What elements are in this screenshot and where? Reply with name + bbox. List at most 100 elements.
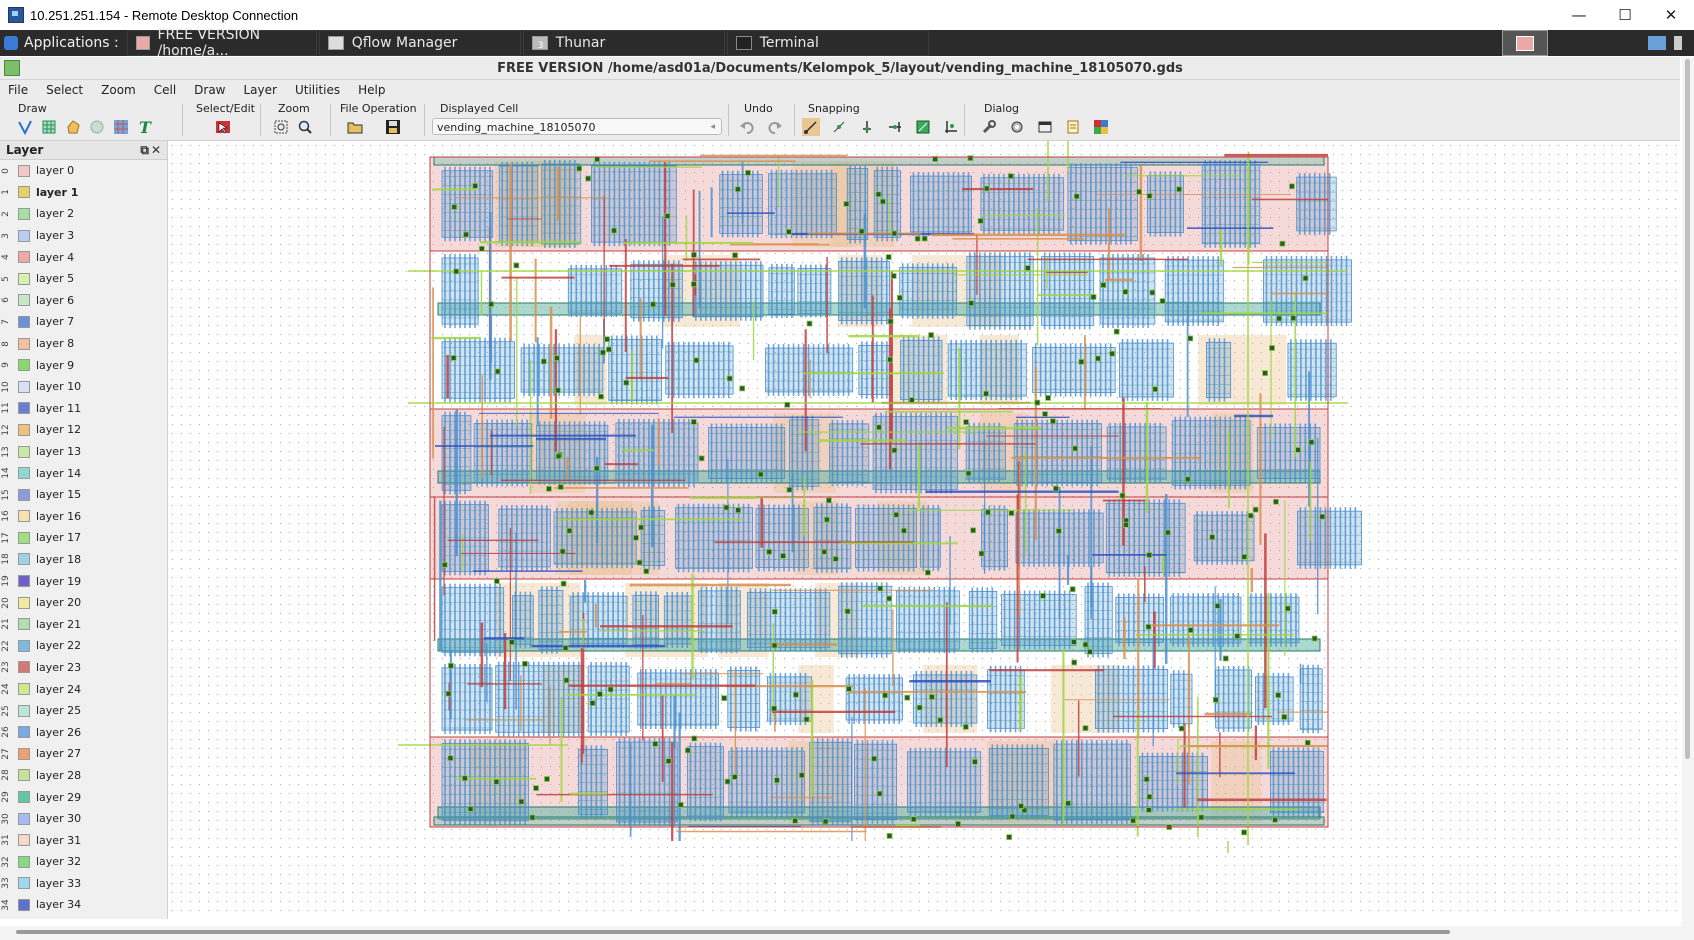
menu-file[interactable]: File [8,83,28,97]
open-folder-icon[interactable] [346,118,364,136]
layer-row[interactable]: 7 layer 7 [0,311,167,333]
via-contact [1007,173,1014,180]
layer-row[interactable]: 30 layer 30 [0,808,167,830]
xfce-mouse-icon [4,36,18,50]
layer-row[interactable]: 31 layer 31 [0,829,167,851]
close-panel-icon[interactable]: ✕ [151,143,163,157]
layer-row[interactable]: 0 layer 0 [0,160,167,182]
layer-row[interactable]: 13 layer 13 [0,441,167,463]
layer-row[interactable]: 17 layer 17 [0,527,167,549]
layer-row[interactable]: 20 layer 20 [0,592,167,614]
via-contact [890,273,897,279]
save-disk-icon[interactable] [384,118,402,136]
via-contact [451,204,458,210]
layer-row[interactable]: 3 layer 3 [0,225,167,247]
task-terminal[interactable]: Terminal [726,30,929,56]
layer-row[interactable]: 19 layer 19 [0,570,167,592]
vlsi-layout[interactable] [168,141,1680,919]
vertical-scroll-thumb[interactable] [1685,59,1690,759]
menu-draw[interactable]: Draw [194,83,225,97]
layer-row[interactable]: 23 layer 23 [0,657,167,679]
layer-row[interactable]: 27 layer 27 [0,743,167,765]
layer-swatch-icon [18,812,30,825]
layer-row[interactable]: 32 layer 32 [0,851,167,873]
menu-utilities[interactable]: Utilities [295,83,340,97]
draw-rect-icon[interactable] [40,118,58,136]
layer-row[interactable]: 16 layer 16 [0,506,167,528]
settings-gear-icon[interactable] [1008,118,1026,136]
workspace-switcher[interactable] [1502,30,1548,56]
layer-row[interactable]: 28 layer 28 [0,765,167,787]
layer-row[interactable]: 24 layer 24 [0,678,167,700]
draw-circle-icon[interactable] [88,118,106,136]
snap-vertex-icon[interactable] [830,118,848,136]
menu-cell[interactable]: Cell [154,83,176,97]
app-title-bar: FREE VERSION /home/asd01a/Documents/Kelo… [0,57,1680,80]
float-icon[interactable]: ⧉ [140,143,151,157]
wrench-icon[interactable] [980,118,998,136]
horizontal-scroll-thumb[interactable] [16,930,1450,934]
color-palette-icon[interactable] [1092,118,1110,136]
layer-row[interactable]: 9 layer 9 [0,354,167,376]
layer-row[interactable]: 15 layer 15 [0,484,167,506]
horizontal-scrollbar[interactable] [0,926,1694,940]
snap-box-icon[interactable] [914,118,932,136]
draw-cell-icon[interactable] [112,118,130,136]
task-free-version[interactable]: FREE VERSION /home/a... [126,27,317,59]
snap-edge-icon[interactable] [858,118,876,136]
layer-row[interactable]: 6 layer 6 [0,290,167,312]
via-contact [1024,265,1031,271]
layout-canvas[interactable] [168,141,1680,919]
layer-row[interactable]: 14 layer 14 [0,462,167,484]
maximize-button[interactable]: ☐ [1602,0,1648,30]
layer-row[interactable]: 18 layer 18 [0,549,167,571]
menu-layer[interactable]: Layer [244,83,277,97]
select-edit-icon[interactable] [214,118,232,136]
volume-icon[interactable] [1674,36,1682,50]
layer-number: 11 [1,402,11,415]
task-qflow-manager[interactable]: Qflow Manager [318,30,521,56]
draw-polygon-icon[interactable] [64,118,82,136]
layer-row[interactable]: 11 layer 11 [0,398,167,420]
layer-row[interactable]: 21 layer 21 [0,613,167,635]
layer-row[interactable]: 10 layer 10 [0,376,167,398]
layer-row[interactable]: 4 layer 4 [0,246,167,268]
zoom-magnifier-icon[interactable] [296,118,314,136]
applications-menu[interactable]: Applications : [0,30,125,56]
draw-text-icon[interactable]: T [136,118,154,136]
via-contact [1269,345,1275,351]
snap-angle-icon[interactable] [942,118,960,136]
layer-row[interactable]: 22 layer 22 [0,635,167,657]
via-contact [1082,725,1089,732]
layer-row[interactable]: 8 layer 8 [0,333,167,355]
layer-row[interactable]: 12 layer 12 [0,419,167,441]
layer-row[interactable]: 33 layer 33 [0,873,167,895]
snap-midpoint-icon[interactable] [886,118,904,136]
layer-row[interactable]: 1 layer 1 [0,182,167,204]
notepad-icon[interactable] [1064,118,1082,136]
menu-help[interactable]: Help [358,83,385,97]
layer-row[interactable]: 5 layer 5 [0,268,167,290]
layer-row[interactable]: 29 layer 29 [0,786,167,808]
task-thunar[interactable]: Thunar 3 [522,30,725,56]
minimize-button[interactable]: — [1556,0,1602,30]
zoom-fit-icon[interactable] [272,118,290,136]
app-window-icon [135,36,150,50]
network-icon[interactable] [1648,36,1666,50]
via-contact [448,662,454,669]
window-dialog-icon[interactable] [1036,118,1054,136]
layer-row[interactable]: 25 layer 25 [0,700,167,722]
menu-zoom[interactable]: Zoom [101,83,136,97]
layer-row[interactable]: 26 layer 26 [0,721,167,743]
menu-select[interactable]: Select [46,83,83,97]
close-button[interactable]: ✕ [1648,0,1694,30]
vertical-scrollbar[interactable] [1682,57,1694,927]
snap-grid-icon[interactable] [802,118,820,136]
layer-row[interactable]: 2 layer 2 [0,203,167,225]
draw-line-icon[interactable] [16,118,34,136]
via-contact [978,550,985,557]
layer-row[interactable]: 34 layer 34 [0,894,167,916]
displayed-cell-select[interactable]: vending_machine_18105070 [432,118,722,136]
redo-icon[interactable] [766,118,784,136]
undo-icon[interactable] [738,118,756,136]
